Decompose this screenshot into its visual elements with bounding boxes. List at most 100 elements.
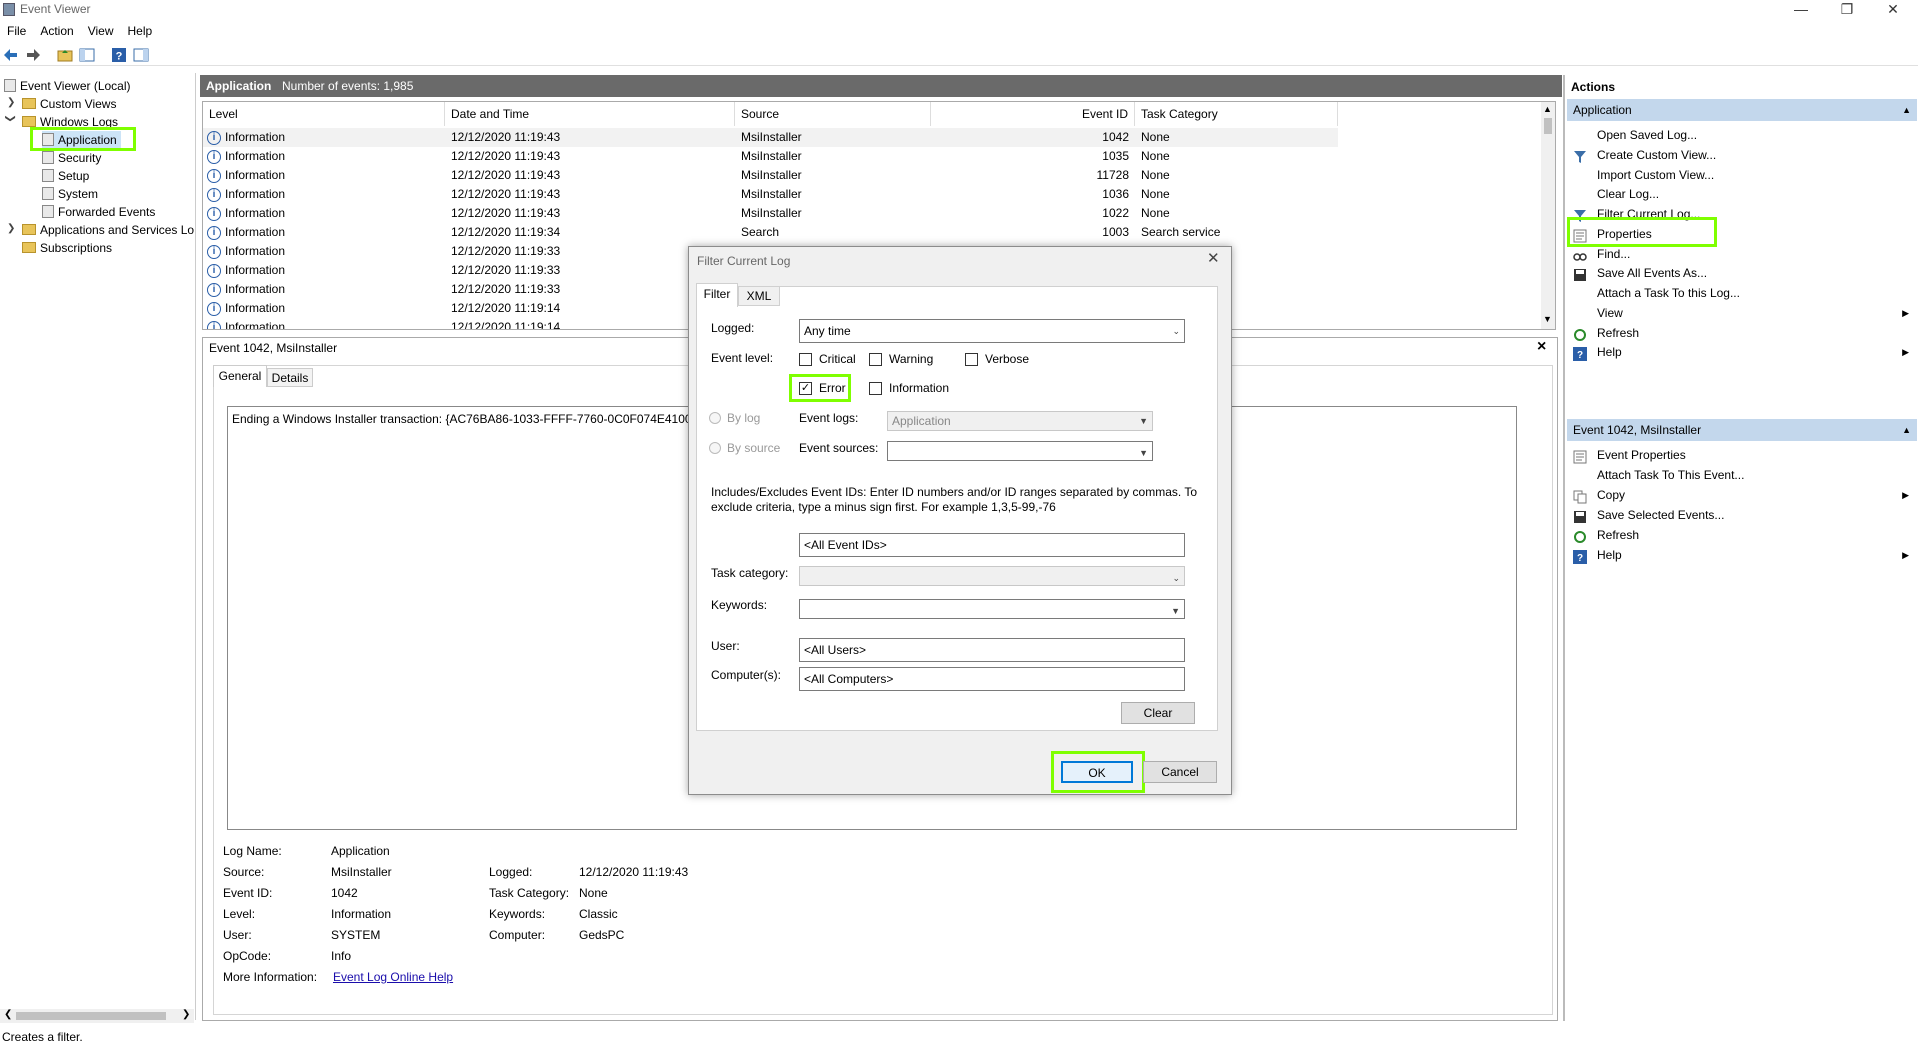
folder-icon: [22, 98, 36, 109]
scrollbar-thumb[interactable]: [16, 1012, 166, 1020]
minimize-button[interactable]: —: [1778, 0, 1824, 20]
tab-general[interactable]: General: [213, 365, 267, 387]
event-ids-input[interactable]: <All Event IDs>: [799, 533, 1185, 557]
collapse-up-icon[interactable]: ▲: [1902, 419, 1911, 441]
chevron-down-icon: ▼: [1139, 416, 1148, 426]
table-row[interactable]: i Information 12/12/2020 11:19:43 MsiInstal…: [203, 185, 1338, 204]
prop-user: SYSTEM: [331, 928, 381, 942]
tree-subscriptions-label: Subscriptions: [40, 241, 113, 255]
tree-horizontal-scrollbar[interactable]: ❮ ❯: [0, 1009, 194, 1023]
folder-up-icon[interactable]: [57, 47, 73, 63]
event-log-online-help-link[interactable]: Event Log Online Help: [333, 970, 453, 984]
log-header: Application Number of events: 1,985: [200, 75, 1562, 97]
menu-action[interactable]: Action: [33, 22, 80, 40]
help-icon[interactable]: ?: [111, 47, 127, 63]
show-action-pane-icon[interactable]: [133, 47, 149, 63]
warning-checkbox[interactable]: [869, 353, 882, 366]
show-hide-tree-icon[interactable]: [79, 47, 95, 63]
clear-button[interactable]: Clear: [1121, 702, 1195, 724]
information-checkbox[interactable]: [869, 382, 882, 395]
dialog-title: Filter Current Log: [697, 254, 791, 268]
scroll-down-icon[interactable]: ▼: [1543, 314, 1552, 324]
dialog-close-icon[interactable]: ✕: [1207, 249, 1220, 267]
help-icon: ?: [1573, 548, 1587, 564]
column-datetime[interactable]: Date and Time: [445, 102, 735, 126]
prop-user-label: User:: [223, 928, 252, 942]
close-window-button[interactable]: ✕: [1870, 0, 1916, 20]
by-source-radio[interactable]: [709, 442, 721, 454]
user-input[interactable]: <All Users>: [799, 638, 1185, 662]
tree-subscriptions[interactable]: Subscriptions: [22, 239, 112, 257]
toolbar: ?: [0, 44, 1918, 66]
critical-label: Critical: [819, 352, 856, 366]
cell-datetime: 12/12/2020 11:19:43: [451, 149, 561, 163]
scroll-left-icon[interactable]: ❮: [4, 1009, 12, 1020]
save-icon: [1573, 266, 1587, 282]
restore-button[interactable]: ❐: [1824, 0, 1870, 20]
task-category-select[interactable]: ⌄: [799, 566, 1185, 586]
cell-level: Information: [225, 320, 286, 330]
window-title: Event Viewer: [20, 2, 91, 16]
scroll-right-icon[interactable]: ❯: [182, 1009, 190, 1020]
menu-help[interactable]: Help: [121, 22, 160, 40]
critical-checkbox[interactable]: [799, 353, 812, 366]
action-app-11[interactable]: ? Help ▶: [1565, 340, 1915, 364]
filter-current-log-dialog: Filter Current Log ✕ Filter XML Logged: …: [688, 246, 1232, 795]
menu-file[interactable]: File: [0, 22, 33, 40]
tree-security[interactable]: Security: [42, 149, 101, 167]
action-event-5[interactable]: ? Help ▶: [1565, 543, 1915, 567]
table-row[interactable]: i Information 12/12/2020 11:19:43 MsiInstal…: [203, 204, 1338, 223]
expand-icon[interactable]: ❯: [7, 223, 15, 234]
tree-root[interactable]: Event Viewer (Local): [4, 77, 131, 95]
information-icon: i: [207, 321, 221, 329]
cell-task: None: [1141, 168, 1170, 182]
table-row[interactable]: i Information 12/12/2020 11:19:34 Search Sea…: [203, 223, 1338, 242]
scroll-up-icon[interactable]: ▲: [1543, 104, 1552, 114]
column-eventid[interactable]: Event ID: [931, 102, 1135, 126]
tab-details[interactable]: Details: [267, 368, 313, 387]
cancel-button[interactable]: Cancel: [1143, 761, 1217, 783]
collapse-up-icon[interactable]: ▲: [1902, 99, 1911, 121]
tree-setup[interactable]: Setup: [42, 167, 89, 185]
grid-vertical-scrollbar[interactable]: ▲ ▼: [1541, 102, 1555, 329]
scrollbar-thumb[interactable]: [1544, 118, 1552, 134]
cell-eventid: 1003: [1102, 225, 1129, 239]
table-row[interactable]: i Information 12/12/2020 11:19:43 MsiInstal…: [203, 166, 1338, 185]
tree-custom-views[interactable]: Custom Views: [22, 95, 116, 113]
keywords-select[interactable]: ▼: [799, 599, 1185, 619]
computer-input[interactable]: <All Computers>: [799, 667, 1185, 691]
tree-root-label: Event Viewer (Local): [20, 79, 131, 93]
expand-icon[interactable]: ❯: [7, 97, 15, 108]
column-task[interactable]: Task Category: [1135, 102, 1338, 126]
menu-bar: File Action View Help: [0, 22, 159, 42]
verbose-checkbox[interactable]: [965, 353, 978, 366]
logged-select[interactable]: Any time ⌄: [799, 319, 1185, 343]
tree-apps-services[interactable]: Applications and Services Lo: [22, 221, 194, 239]
folder-icon: [22, 116, 36, 127]
prop-computer: GedsPC: [579, 928, 625, 942]
tab-xml[interactable]: XML: [738, 286, 780, 306]
column-source[interactable]: Source: [735, 102, 931, 126]
forward-arrow-icon[interactable]: [25, 47, 41, 63]
close-detail-icon[interactable]: ×: [1537, 338, 1546, 356]
navigation-tree: Event Viewer (Local) ❯ Custom Views ❯ Wi…: [0, 73, 196, 1023]
table-row[interactable]: i Information 12/12/2020 11:19:43 MsiInstal…: [203, 128, 1338, 147]
information-icon: i: [207, 283, 221, 297]
back-arrow-icon[interactable]: [3, 47, 19, 63]
event-sources-select[interactable]: ▼: [887, 441, 1153, 461]
user-value: <All Users>: [804, 643, 867, 657]
menu-view[interactable]: View: [81, 22, 121, 40]
tree-system[interactable]: System: [42, 185, 98, 203]
event-logs-select[interactable]: Application ▼: [887, 411, 1153, 431]
event-logs-value: Application: [892, 414, 951, 428]
tab-filter[interactable]: Filter: [696, 283, 738, 307]
actions-section-event[interactable]: Event 1042, MsiInstaller ▲: [1567, 419, 1917, 441]
by-log-radio[interactable]: [709, 412, 721, 424]
cell-level: Information: [225, 263, 286, 277]
tree-forwarded-events[interactable]: Forwarded Events: [42, 203, 155, 221]
actions-section-application[interactable]: Application ▲: [1567, 99, 1917, 121]
table-row[interactable]: i Information 12/12/2020 11:19:43 MsiInstal…: [203, 147, 1338, 166]
submenu-arrow-icon: ▶: [1902, 550, 1909, 560]
collapse-icon[interactable]: ❯: [5, 114, 16, 122]
column-level[interactable]: Level: [203, 102, 445, 126]
